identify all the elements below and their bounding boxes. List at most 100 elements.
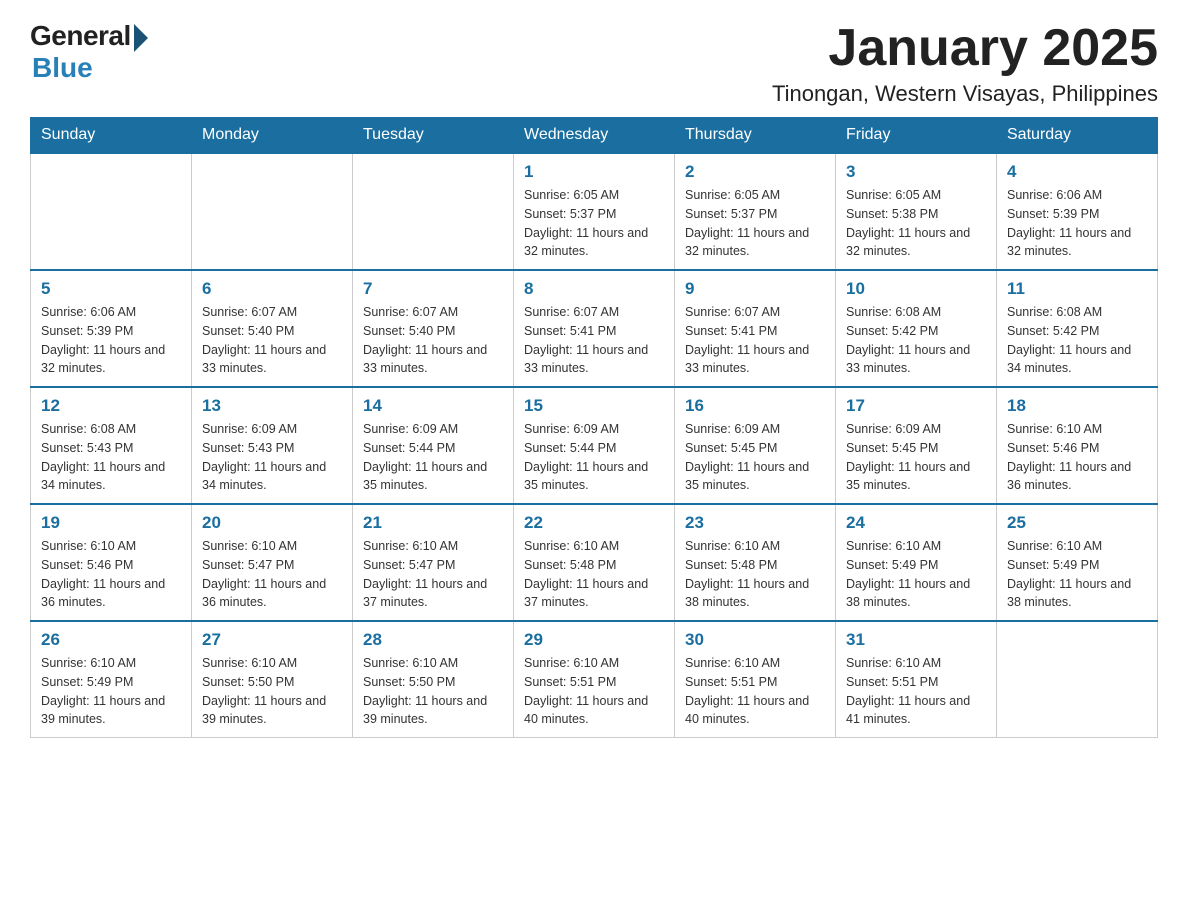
day-info: Sunrise: 6:06 AMSunset: 5:39 PMDaylight:… <box>1007 186 1147 261</box>
calendar-cell: 20 Sunrise: 6:10 AMSunset: 5:47 PMDayligh… <box>192 504 353 621</box>
calendar-cell: 17 Sunrise: 6:09 AMSunset: 5:45 PMDayligh… <box>836 387 997 504</box>
day-number: 30 <box>685 630 825 650</box>
logo-blue-text: Blue <box>32 52 93 84</box>
day-number: 16 <box>685 396 825 416</box>
day-number: 24 <box>846 513 986 533</box>
day-info: Sunrise: 6:10 AMSunset: 5:46 PMDaylight:… <box>41 537 181 612</box>
day-number: 20 <box>202 513 342 533</box>
day-info: Sunrise: 6:05 AMSunset: 5:37 PMDaylight:… <box>685 186 825 261</box>
day-info: Sunrise: 6:10 AMSunset: 5:51 PMDaylight:… <box>524 654 664 729</box>
day-number: 9 <box>685 279 825 299</box>
day-number: 11 <box>1007 279 1147 299</box>
day-number: 1 <box>524 162 664 182</box>
calendar-cell: 24Sunrise: 6:10 AMSunset: 5:49 PMDayligh… <box>836 504 997 621</box>
day-info: Sunrise: 6:09 AMSunset: 5:45 PMDaylight:… <box>846 420 986 495</box>
calendar-cell: 22Sunrise: 6:10 AMSunset: 5:48 PMDayligh… <box>514 504 675 621</box>
calendar-cell <box>353 153 514 270</box>
calendar-cell: 25Sunrise: 6:10 AMSunset: 5:49 PMDayligh… <box>997 504 1158 621</box>
day-info: Sunrise: 6:07 AMSunset: 5:41 PMDaylight:… <box>685 303 825 378</box>
day-number: 3 <box>846 162 986 182</box>
day-number: 7 <box>363 279 503 299</box>
calendar-cell: 18Sunrise: 6:10 AMSunset: 5:46 PMDayligh… <box>997 387 1158 504</box>
calendar-cell: 12Sunrise: 6:08 AMSunset: 5:43 PMDayligh… <box>31 387 192 504</box>
calendar-cell: 16 Sunrise: 6:09 AMSunset: 5:45 PMDayligh… <box>675 387 836 504</box>
calendar-cell: 5 Sunrise: 6:06 AMSunset: 5:39 PMDaylight… <box>31 270 192 387</box>
day-info: Sunrise: 6:08 AMSunset: 5:42 PMDaylight:… <box>846 303 986 378</box>
day-number: 8 <box>524 279 664 299</box>
calendar-cell: 2 Sunrise: 6:05 AMSunset: 5:37 PMDaylight… <box>675 153 836 270</box>
day-number: 4 <box>1007 162 1147 182</box>
day-info: Sunrise: 6:09 AMSunset: 5:43 PMDaylight:… <box>202 420 342 495</box>
day-info: Sunrise: 6:05 AMSunset: 5:37 PMDaylight:… <box>524 186 664 261</box>
day-info: Sunrise: 6:09 AMSunset: 5:44 PMDaylight:… <box>524 420 664 495</box>
day-info: Sunrise: 6:10 AMSunset: 5:47 PMDaylight:… <box>363 537 503 612</box>
day-number: 10 <box>846 279 986 299</box>
day-info: Sunrise: 6:10 AMSunset: 5:51 PMDaylight:… <box>685 654 825 729</box>
title-section: January 2025 Tinongan, Western Visayas, … <box>772 20 1158 107</box>
day-number: 27 <box>202 630 342 650</box>
calendar-cell: 26 Sunrise: 6:10 AMSunset: 5:49 PMDayligh… <box>31 621 192 738</box>
week-row: 26 Sunrise: 6:10 AMSunset: 5:49 PMDayligh… <box>31 621 1158 738</box>
calendar-cell: 8 Sunrise: 6:07 AMSunset: 5:41 PMDaylight… <box>514 270 675 387</box>
day-number: 31 <box>846 630 986 650</box>
calendar-cell: 3Sunrise: 6:05 AMSunset: 5:38 PMDaylight… <box>836 153 997 270</box>
week-row: 1 Sunrise: 6:05 AMSunset: 5:37 PMDaylight… <box>31 153 1158 270</box>
day-of-week-header: Wednesday <box>514 118 675 154</box>
day-of-week-header: Monday <box>192 118 353 154</box>
calendar-cell <box>997 621 1158 738</box>
day-number: 19 <box>41 513 181 533</box>
day-of-week-header: Saturday <box>997 118 1158 154</box>
calendar-cell: 23 Sunrise: 6:10 AMSunset: 5:48 PMDayligh… <box>675 504 836 621</box>
day-number: 14 <box>363 396 503 416</box>
day-of-week-header: Friday <box>836 118 997 154</box>
calendar-cell: 6Sunrise: 6:07 AMSunset: 5:40 PMDaylight… <box>192 270 353 387</box>
day-info: Sunrise: 6:08 AMSunset: 5:42 PMDaylight:… <box>1007 303 1147 378</box>
location-title: Tinongan, Western Visayas, Philippines <box>772 81 1158 107</box>
week-row: 5 Sunrise: 6:06 AMSunset: 5:39 PMDaylight… <box>31 270 1158 387</box>
day-number: 15 <box>524 396 664 416</box>
calendar-cell <box>192 153 353 270</box>
day-number: 22 <box>524 513 664 533</box>
day-info: Sunrise: 6:10 AMSunset: 5:48 PMDaylight:… <box>685 537 825 612</box>
day-of-week-header: Tuesday <box>353 118 514 154</box>
day-info: Sunrise: 6:10 AMSunset: 5:49 PMDaylight:… <box>41 654 181 729</box>
calendar-cell: 10 Sunrise: 6:08 AMSunset: 5:42 PMDayligh… <box>836 270 997 387</box>
calendar-cell: 11 Sunrise: 6:08 AMSunset: 5:42 PMDayligh… <box>997 270 1158 387</box>
logo-general-text: General <box>30 20 131 52</box>
calendar-cell: 1 Sunrise: 6:05 AMSunset: 5:37 PMDaylight… <box>514 153 675 270</box>
day-number: 2 <box>685 162 825 182</box>
calendar-cell: 27Sunrise: 6:10 AMSunset: 5:50 PMDayligh… <box>192 621 353 738</box>
day-info: Sunrise: 6:10 AMSunset: 5:51 PMDaylight:… <box>846 654 986 729</box>
day-number: 6 <box>202 279 342 299</box>
day-info: Sunrise: 6:09 AMSunset: 5:44 PMDaylight:… <box>363 420 503 495</box>
day-info: Sunrise: 6:10 AMSunset: 5:47 PMDaylight:… <box>202 537 342 612</box>
calendar-cell: 7 Sunrise: 6:07 AMSunset: 5:40 PMDaylight… <box>353 270 514 387</box>
logo-triangle-icon <box>134 24 148 52</box>
day-info: Sunrise: 6:06 AMSunset: 5:39 PMDaylight:… <box>41 303 181 378</box>
page-header: General Blue January 2025 Tinongan, West… <box>30 20 1158 107</box>
calendar-cell <box>31 153 192 270</box>
week-row: 19 Sunrise: 6:10 AMSunset: 5:46 PMDayligh… <box>31 504 1158 621</box>
day-info: Sunrise: 6:10 AMSunset: 5:49 PMDaylight:… <box>1007 537 1147 612</box>
calendar-cell: 31 Sunrise: 6:10 AMSunset: 5:51 PMDayligh… <box>836 621 997 738</box>
day-number: 26 <box>41 630 181 650</box>
day-number: 5 <box>41 279 181 299</box>
day-number: 12 <box>41 396 181 416</box>
day-number: 17 <box>846 396 986 416</box>
day-info: Sunrise: 6:07 AMSunset: 5:41 PMDaylight:… <box>524 303 664 378</box>
day-number: 21 <box>363 513 503 533</box>
calendar-cell: 15 Sunrise: 6:09 AMSunset: 5:44 PMDayligh… <box>514 387 675 504</box>
day-info: Sunrise: 6:07 AMSunset: 5:40 PMDaylight:… <box>363 303 503 378</box>
day-number: 13 <box>202 396 342 416</box>
day-info: Sunrise: 6:10 AMSunset: 5:50 PMDaylight:… <box>363 654 503 729</box>
calendar-cell: 21 Sunrise: 6:10 AMSunset: 5:47 PMDayligh… <box>353 504 514 621</box>
calendar-cell: 13 Sunrise: 6:09 AMSunset: 5:43 PMDayligh… <box>192 387 353 504</box>
day-info: Sunrise: 6:10 AMSunset: 5:46 PMDaylight:… <box>1007 420 1147 495</box>
calendar-cell: 4 Sunrise: 6:06 AMSunset: 5:39 PMDaylight… <box>997 153 1158 270</box>
calendar-cell: 29 Sunrise: 6:10 AMSunset: 5:51 PMDayligh… <box>514 621 675 738</box>
week-row: 12Sunrise: 6:08 AMSunset: 5:43 PMDayligh… <box>31 387 1158 504</box>
day-number: 23 <box>685 513 825 533</box>
day-number: 29 <box>524 630 664 650</box>
day-info: Sunrise: 6:09 AMSunset: 5:45 PMDaylight:… <box>685 420 825 495</box>
calendar-cell: 19 Sunrise: 6:10 AMSunset: 5:46 PMDayligh… <box>31 504 192 621</box>
